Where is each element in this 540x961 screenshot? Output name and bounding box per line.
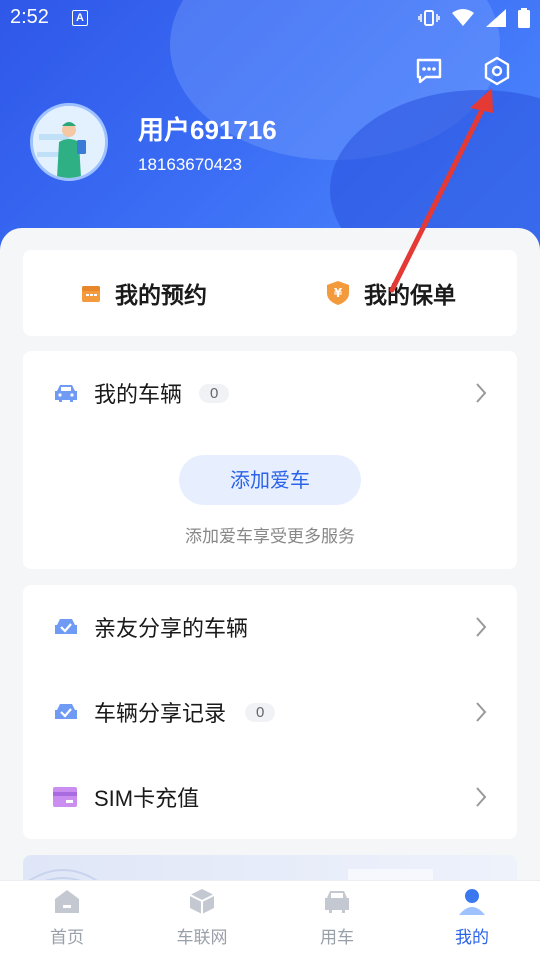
- my-appointments-button[interactable]: 我的预约: [81, 250, 207, 336]
- person-icon: [459, 889, 485, 915]
- menu-card: 亲友分享的车辆 车辆分享记录 0 SIM卡充值: [23, 585, 517, 839]
- shared-vehicles-row[interactable]: 亲友分享的车辆: [23, 597, 517, 657]
- share-records-count-badge: 0: [245, 702, 276, 722]
- my-vehicles-row[interactable]: 我的车辆 0: [23, 363, 517, 423]
- vibrate-icon: [418, 10, 440, 26]
- tab-use-car[interactable]: 用车: [297, 881, 377, 961]
- vehicle-count-badge: 0: [199, 383, 230, 403]
- my-vehicles-label: 我的车辆: [94, 382, 183, 407]
- status-time: 2:52: [10, 6, 49, 28]
- sim-topup-label: SIM卡充值: [94, 786, 200, 811]
- chevron-right-icon: [476, 702, 487, 722]
- car-check-icon: [55, 704, 77, 719]
- my-policies-label: 我的保单: [364, 282, 456, 308]
- tab-mine-label: 我的: [455, 928, 489, 947]
- wifi-icon: [452, 9, 474, 26]
- svg-text:¥: ¥: [334, 286, 343, 300]
- tab-mine[interactable]: 我的: [432, 881, 512, 961]
- cube-icon: [189, 889, 215, 914]
- signal-icon: [486, 9, 506, 27]
- avatar[interactable]: [30, 103, 108, 181]
- message-icon[interactable]: [413, 55, 447, 89]
- settings-hex-icon[interactable]: [481, 55, 515, 89]
- tab-home[interactable]: 首页: [27, 881, 107, 961]
- chevron-right-icon: [476, 383, 487, 403]
- battery-icon: [518, 8, 530, 28]
- share-records-row[interactable]: 车辆分享记录 0: [23, 682, 517, 742]
- status-bar: 2:52 A: [0, 0, 540, 36]
- quick-actions-card: 我的预约 ¥ 我的保单: [23, 250, 517, 336]
- shared-vehicles-label: 亲友分享的车辆: [94, 616, 249, 641]
- car-icon: [325, 891, 349, 913]
- calendar-icon: [82, 286, 100, 302]
- avatar-illustration: [33, 106, 105, 178]
- status-icons: [418, 8, 530, 28]
- add-car-hint: 添加爱车享受更多服务: [185, 527, 355, 546]
- chevron-right-icon: [476, 617, 487, 637]
- notification-icon: A: [72, 10, 88, 26]
- tab-use-car-label: 用车: [320, 928, 354, 947]
- car-icon: [55, 385, 77, 402]
- sim-card-icon: [53, 787, 77, 807]
- sim-topup-row[interactable]: SIM卡充值: [23, 767, 517, 827]
- tab-home-label: 首页: [50, 928, 84, 947]
- tab-iov-label: 车联网: [176, 928, 228, 947]
- car-check-icon: [55, 619, 77, 634]
- phone-number: 18163670423: [138, 155, 243, 174]
- shield-yen-icon: ¥: [327, 281, 349, 305]
- my-policies-button[interactable]: ¥ 我的保单: [326, 250, 456, 336]
- add-car-button[interactable]: 添加爱车: [179, 455, 361, 505]
- username: 用户691716: [138, 115, 277, 145]
- tab-iov[interactable]: 车联网: [162, 881, 242, 961]
- share-records-label: 车辆分享记录: [94, 701, 227, 726]
- bottom-tab-bar: 首页 车联网 用车 我的: [0, 880, 540, 961]
- my-vehicles-card: 我的车辆 0 添加爱车 添加爱车享受更多服务: [23, 351, 517, 569]
- home-icon: [55, 890, 79, 913]
- my-appointments-label: 我的预约: [115, 282, 207, 308]
- chevron-right-icon: [476, 787, 487, 807]
